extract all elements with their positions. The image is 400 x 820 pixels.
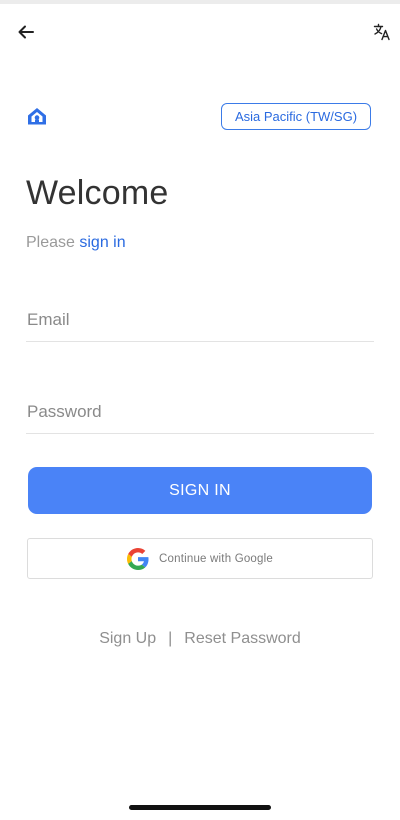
back-button[interactable]	[12, 18, 40, 46]
region-label: Asia Pacific (TW/SG)	[234, 109, 358, 124]
password-field-container	[26, 390, 374, 434]
sign-in-label: SIGN IN	[169, 481, 231, 499]
translate-button[interactable]	[368, 18, 396, 46]
brand-logo	[26, 105, 48, 127]
home-indicator[interactable]	[129, 805, 271, 810]
password-field[interactable]	[26, 390, 374, 433]
reset-password-link[interactable]: Reset Password	[184, 630, 301, 648]
google-signin-label: Continue with Google	[159, 552, 273, 565]
signin-prompt: Please sign in	[26, 234, 126, 252]
google-signin-button[interactable]: Continue with Google	[27, 538, 373, 579]
sign-in-button[interactable]: SIGN IN	[28, 467, 372, 514]
email-field-container	[26, 298, 374, 342]
translate-icon	[373, 23, 390, 41]
page-title: Welcome	[26, 174, 169, 212]
status-bar-strip	[0, 0, 400, 4]
google-g-icon	[127, 547, 149, 570]
signin-prompt-text: Please	[26, 234, 75, 251]
footer-separator: |	[168, 630, 173, 647]
email-field[interactable]	[26, 298, 374, 341]
region-selector-button[interactable]: Asia Pacific (TW/SG)	[221, 103, 371, 130]
login-screen: Asia Pacific (TW/SG) Welcome Please sign…	[0, 0, 400, 820]
signin-link[interactable]: sign in	[79, 234, 125, 251]
footer-links: Sign Up | Reset Password	[0, 630, 400, 648]
house-logo-icon	[28, 108, 46, 125]
sign-up-link[interactable]: Sign Up	[99, 630, 156, 648]
arrow-left-icon	[18, 25, 34, 39]
